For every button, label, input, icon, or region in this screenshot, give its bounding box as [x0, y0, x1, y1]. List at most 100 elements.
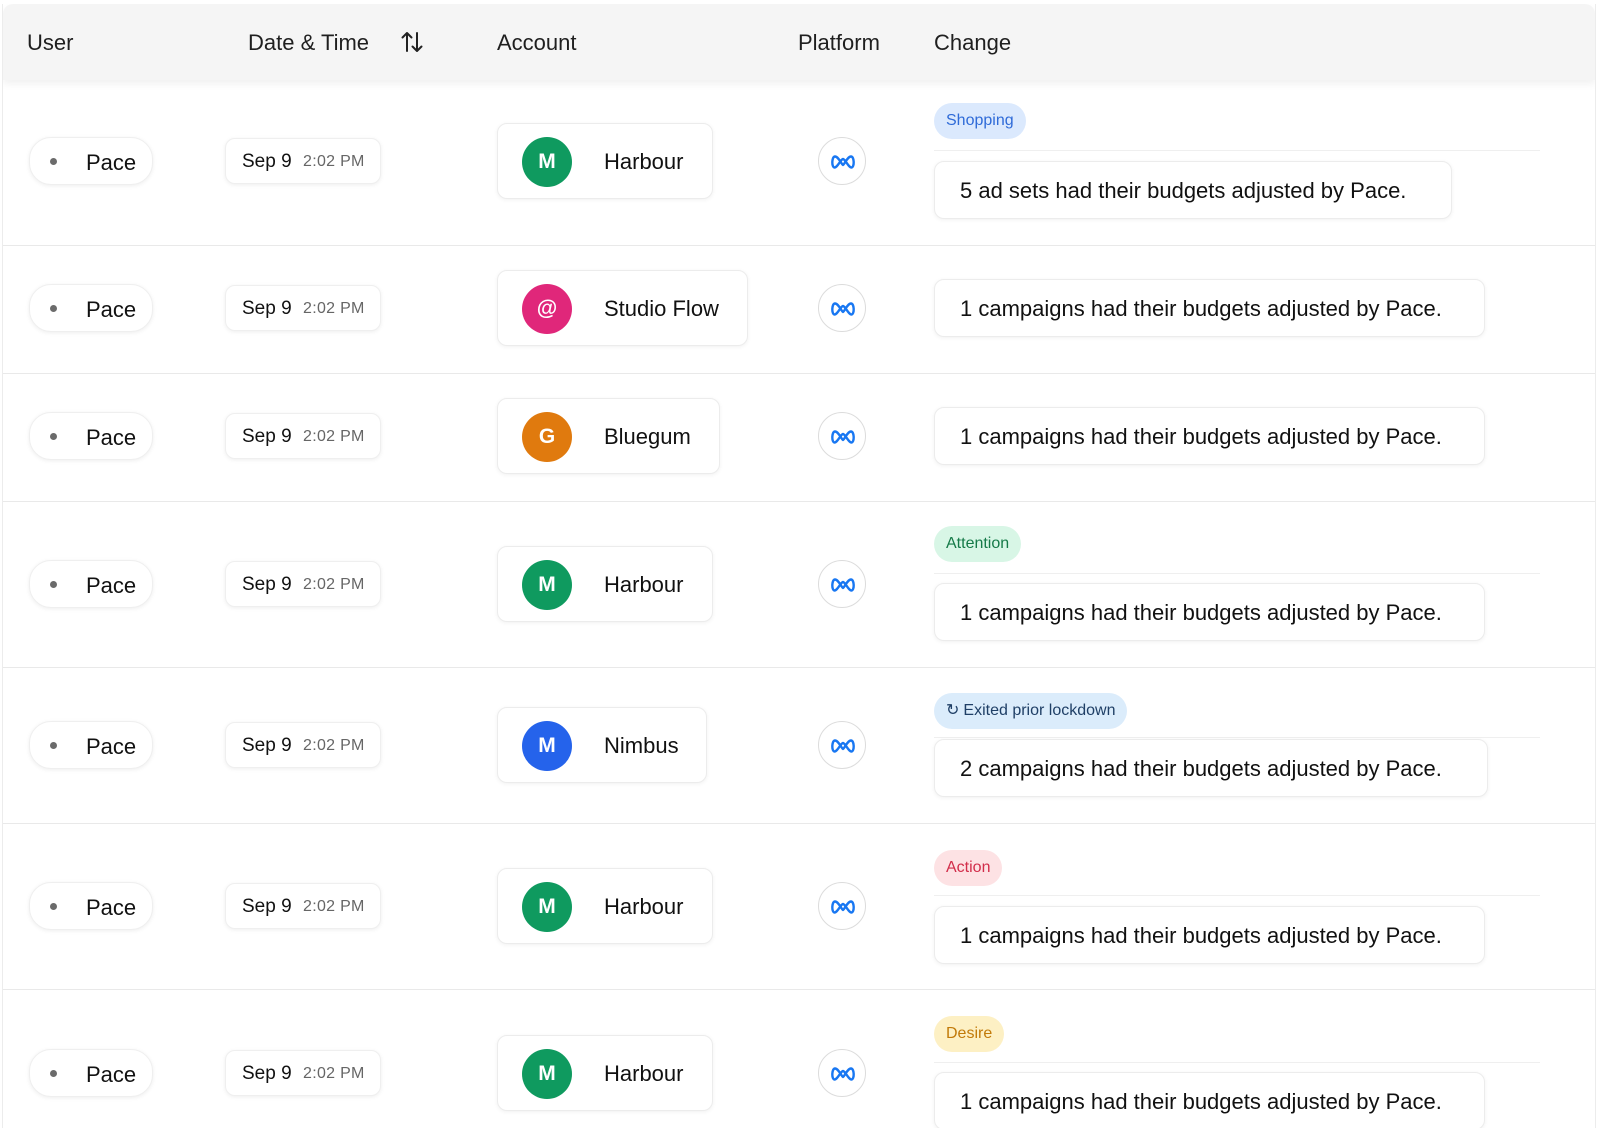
user-status-dot — [50, 305, 57, 312]
change-tag: Shopping — [934, 103, 1026, 139]
account-card[interactable]: M Nimbus — [497, 707, 707, 783]
account-avatar: M — [522, 560, 572, 610]
change-description[interactable]: 1 campaigns had their budgets adjusted b… — [934, 1072, 1485, 1128]
table-row[interactable]: Pace Sep 9 2:02 PM M Harbour Action 1 cam… — [3, 824, 1595, 990]
user-status-dot — [50, 581, 57, 588]
user-chip[interactable]: Pace — [29, 412, 153, 460]
column-header-account[interactable]: Account — [497, 30, 577, 56]
user-chip[interactable]: Pace — [29, 882, 153, 930]
user-status-dot — [50, 742, 57, 749]
user-name: Pace — [86, 895, 137, 920]
date-time-chip: Sep 9 2:02 PM — [225, 722, 381, 768]
user-chip[interactable]: Pace — [29, 137, 153, 185]
change-description[interactable]: 2 campaigns had their budgets adjusted b… — [934, 739, 1488, 797]
time-label: 2:02 PM — [303, 428, 365, 445]
time-label: 2:02 PM — [303, 576, 365, 593]
date-label: Sep 9 — [242, 151, 292, 172]
divider — [934, 737, 1540, 738]
account-name: Nimbus — [604, 733, 679, 758]
meta-icon — [818, 412, 866, 460]
table-row[interactable]: Pace Sep 9 2:02 PM G Bluegum 1 campaigns… — [3, 374, 1595, 502]
change-tag: Action — [934, 850, 1003, 886]
change-tag-label: Exited prior lockdown — [963, 702, 1116, 719]
account-avatar: M — [522, 1049, 572, 1099]
account-name: Harbour — [604, 149, 684, 174]
change-tag-label: Action — [946, 859, 991, 876]
account-card[interactable]: M Harbour — [497, 123, 713, 199]
account-name: Harbour — [604, 894, 684, 919]
account-avatar: M — [522, 721, 572, 771]
date-label: Sep 9 — [242, 896, 292, 917]
account-name: Harbour — [604, 1061, 684, 1086]
sort-arrows-icon[interactable] — [401, 30, 423, 54]
column-header-platform[interactable]: Platform — [798, 30, 880, 56]
account-avatar: M — [522, 882, 572, 932]
account-card[interactable]: @ Studio Flow — [497, 270, 748, 346]
change-description[interactable]: 1 campaigns had their budgets adjusted b… — [934, 279, 1485, 337]
divider — [934, 1062, 1540, 1063]
account-card[interactable]: G Bluegum — [497, 398, 720, 474]
user-status-dot — [50, 433, 57, 440]
user-chip[interactable]: Pace — [29, 284, 153, 332]
change-description[interactable]: 5 ad sets had their budgets adjusted by … — [934, 161, 1452, 219]
table-row[interactable]: Pace Sep 9 2:02 PM M Harbour Attention 1 … — [3, 502, 1595, 668]
refresh-icon: ↻ — [946, 702, 960, 719]
table-row[interactable]: Pace Sep 9 2:02 PM M Nimbus ↻ Exited prio… — [3, 668, 1595, 824]
account-name: Bluegum — [604, 424, 691, 449]
account-card[interactable]: M Harbour — [497, 868, 713, 944]
time-label: 2:02 PM — [303, 153, 365, 170]
user-chip[interactable]: Pace — [29, 560, 153, 608]
date-time-chip: Sep 9 2:02 PM — [225, 138, 381, 184]
user-name: Pace — [86, 150, 137, 175]
meta-icon — [818, 882, 866, 930]
user-name: Pace — [86, 734, 137, 759]
user-name: Pace — [86, 1062, 137, 1087]
divider — [934, 895, 1540, 896]
user-chip[interactable]: Pace — [29, 1049, 153, 1097]
account-card[interactable]: M Harbour — [497, 546, 713, 622]
table-row[interactable]: Pace Sep 9 2:02 PM M Harbour Shopping 5 a… — [3, 80, 1595, 246]
table-row[interactable]: Pace Sep 9 2:02 PM @ Studio Flow 1 campa… — [3, 246, 1595, 374]
date-time-chip: Sep 9 2:02 PM — [225, 1050, 381, 1096]
column-header-user[interactable]: User — [27, 30, 73, 56]
change-description[interactable]: 1 campaigns had their budgets adjusted b… — [934, 906, 1485, 964]
divider — [934, 150, 1540, 151]
date-label: Sep 9 — [242, 1063, 292, 1084]
user-name: Pace — [86, 425, 137, 450]
change-tag: Desire — [934, 1016, 1005, 1052]
change-tag: ↻ Exited prior lockdown — [934, 693, 1128, 729]
date-label: Sep 9 — [242, 426, 292, 447]
column-header-change[interactable]: Change — [934, 30, 1011, 56]
divider — [934, 573, 1540, 574]
account-avatar: G — [522, 412, 572, 462]
time-label: 2:02 PM — [303, 737, 365, 754]
date-time-chip: Sep 9 2:02 PM — [225, 285, 381, 331]
change-tag-label: Desire — [946, 1025, 993, 1042]
change-description[interactable]: 1 campaigns had their budgets adjusted b… — [934, 583, 1485, 641]
meta-icon — [818, 137, 866, 185]
date-time-chip: Sep 9 2:02 PM — [225, 561, 381, 607]
user-status-dot — [50, 903, 57, 910]
meta-icon — [818, 284, 866, 332]
user-name: Pace — [86, 573, 137, 598]
account-avatar: M — [522, 137, 572, 187]
table-header: User Date & Time Account Platform Change — [3, 4, 1595, 80]
user-status-dot — [50, 1070, 57, 1077]
meta-icon — [818, 560, 866, 608]
meta-icon — [818, 1049, 866, 1097]
user-name: Pace — [86, 297, 137, 322]
activity-table: User Date & Time Account Platform Change… — [2, 4, 1596, 1128]
change-tag-label: Attention — [946, 535, 1010, 552]
date-time-chip: Sep 9 2:02 PM — [225, 883, 381, 929]
table-row[interactable]: Pace Sep 9 2:02 PM M Harbour Desire 1 cam… — [3, 990, 1595, 1128]
user-chip[interactable]: Pace — [29, 721, 153, 769]
change-tag-label: Shopping — [946, 112, 1014, 129]
date-label: Sep 9 — [242, 298, 292, 319]
account-avatar: @ — [522, 284, 572, 334]
time-label: 2:02 PM — [303, 300, 365, 317]
change-tag: Attention — [934, 526, 1022, 562]
change-description[interactable]: 1 campaigns had their budgets adjusted b… — [934, 407, 1485, 465]
column-header-date-time[interactable]: Date & Time — [248, 30, 369, 56]
account-card[interactable]: M Harbour — [497, 1035, 713, 1111]
meta-icon — [818, 721, 866, 769]
